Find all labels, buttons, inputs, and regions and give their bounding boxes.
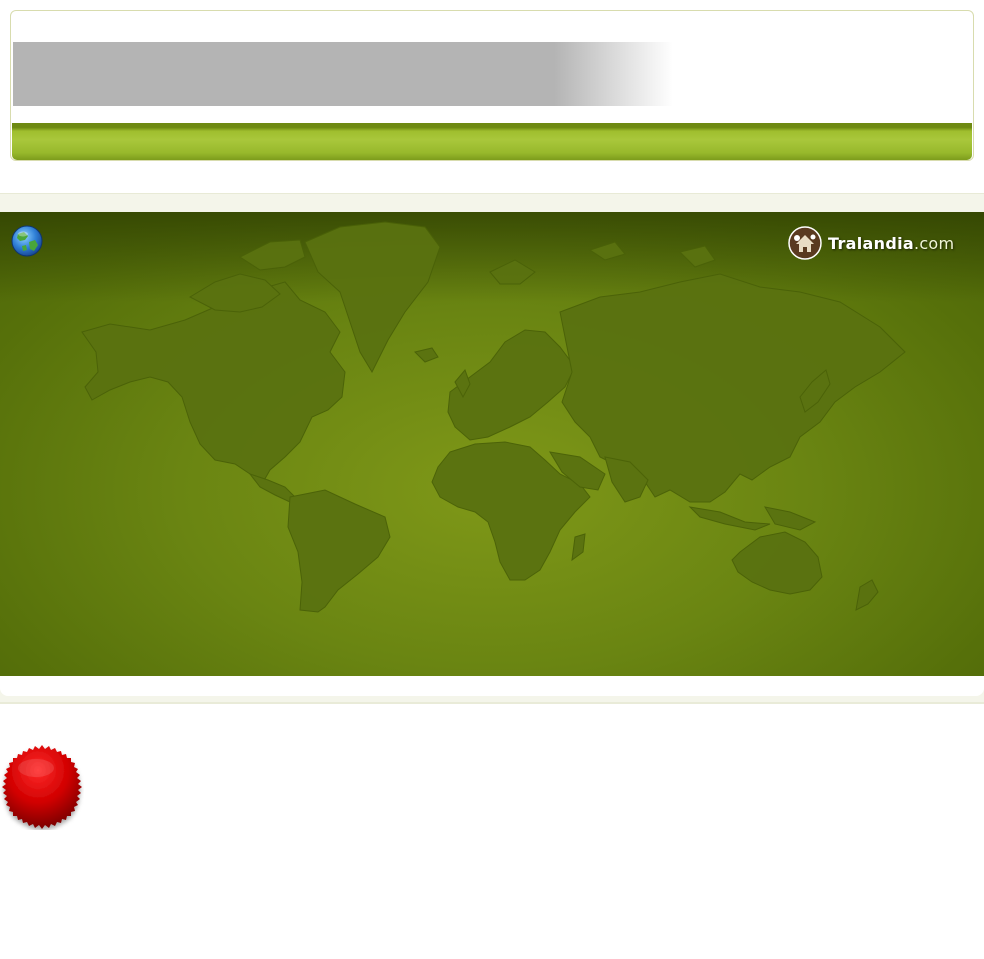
loading-placeholder-bar (13, 42, 673, 106)
continent-australia (731, 531, 823, 595)
globe-icon[interactable] (10, 224, 44, 258)
brand-name-main: Tralandia (828, 233, 914, 253)
tralandia-hut-icon (788, 226, 822, 260)
map-footer-divider-inner (0, 676, 984, 696)
header-divider (0, 193, 984, 214)
continent-central-america (248, 473, 296, 503)
continent-south-america (287, 489, 391, 613)
map-footer-divider (0, 676, 984, 704)
brand-tld: .com (913, 233, 955, 253)
red-seal-icon (0, 744, 84, 830)
continent-north-america (81, 281, 346, 485)
world-map-panel: Tralandia.com (0, 212, 984, 676)
world-map (81, 221, 906, 613)
brand-name: Tralandia.com (828, 234, 954, 253)
header-panel (10, 10, 974, 161)
navigation-bar (12, 123, 972, 160)
page-header (0, 0, 984, 193)
brand-logo[interactable]: Tralandia.com (788, 225, 954, 261)
